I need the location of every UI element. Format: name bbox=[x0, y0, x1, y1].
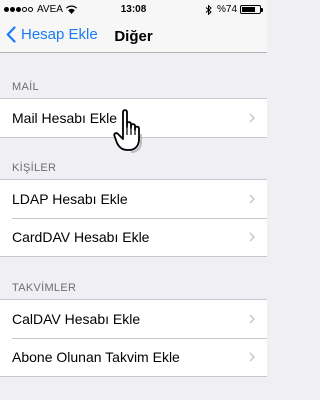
battery-icon bbox=[240, 5, 263, 14]
chevron-right-icon bbox=[249, 194, 255, 204]
row-label: Mail Hesabı Ekle bbox=[12, 110, 118, 126]
section-header-mail: MAİL bbox=[12, 81, 39, 93]
chevron-right-icon bbox=[249, 352, 255, 362]
battery-fill bbox=[242, 7, 255, 12]
row-add-subscribed-calendar[interactable]: Abone Olunan Takvim Ekle bbox=[0, 338, 267, 376]
battery-percent: %74 bbox=[216, 4, 237, 15]
row-label: CalDAV Hesabı Ekle bbox=[12, 311, 141, 327]
bluetooth-icon bbox=[205, 4, 212, 15]
chevron-right-icon bbox=[249, 232, 255, 242]
hand-pointer-cursor-icon bbox=[113, 109, 142, 153]
status-bar: AVEA 13:08 %74 bbox=[0, 0, 267, 20]
battery-tip bbox=[261, 8, 263, 12]
row-add-caldav-account[interactable]: CalDAV Hesabı Ekle bbox=[0, 300, 267, 338]
status-right: %74 bbox=[205, 4, 263, 15]
row-add-ldap-account[interactable]: LDAP Hesabı Ekle bbox=[0, 180, 267, 218]
row-label: LDAP Hesabı Ekle bbox=[12, 191, 128, 207]
row-label: CardDAV Hesabı Ekle bbox=[12, 229, 150, 245]
section-header-calendars: TAKVİMLER bbox=[12, 282, 77, 294]
navigation-bar: Hesap Ekle Diğer bbox=[0, 20, 267, 53]
chevron-right-icon bbox=[249, 113, 255, 123]
page-title: Diğer bbox=[114, 28, 153, 45]
section-header-contacts: KİŞİLER bbox=[12, 162, 57, 174]
row-add-carddav-account[interactable]: CardDAV Hesabı Ekle bbox=[0, 218, 267, 256]
group-calendars: CalDAV Hesabı Ekle Abone Olunan Takvim E… bbox=[0, 299, 267, 377]
row-label: Abone Olunan Takvim Ekle bbox=[12, 349, 180, 365]
group-contacts: LDAP Hesabı Ekle CardDAV Hesabı Ekle bbox=[0, 179, 267, 257]
chevron-right-icon bbox=[249, 314, 255, 324]
